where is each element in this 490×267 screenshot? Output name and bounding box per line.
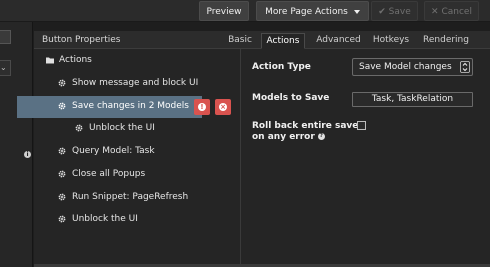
info-icon: i: [24, 151, 31, 158]
remove-button[interactable]: ×: [215, 99, 231, 115]
more-page-actions-label: More Page Actions: [265, 7, 348, 17]
help-icon[interactable]: ?: [317, 133, 325, 140]
cancel-button[interactable]: ✕ Cancel: [424, 1, 479, 21]
gear-icon: [58, 79, 66, 87]
gear-icon: [58, 193, 66, 201]
gear-icon: [58, 147, 66, 155]
models-to-save-field[interactable]: Task, TaskRelation: [352, 92, 473, 107]
panel-title: Button Properties: [42, 35, 121, 45]
models-to-save-label: Models to Save: [252, 93, 330, 103]
action-type-value: Save Model changes: [359, 62, 452, 72]
chevron-down-icon: ⌄: [0, 63, 7, 72]
top-toolbar: Preview More Page Actions ✔ Save ✕ Cance…: [0, 0, 490, 22]
caret-down-icon: [353, 9, 360, 14]
action-type-label: Action Type: [252, 62, 311, 72]
folder-icon: [46, 57, 54, 64]
tab-hotkeys[interactable]: Hotkeys: [370, 33, 412, 49]
remove-icon: ×: [219, 103, 227, 111]
tree-item-label: Run Snippet: PageRefresh: [72, 192, 189, 202]
tab-actions[interactable]: Actions: [261, 33, 305, 49]
tree-item-label: Unblock the UI: [89, 123, 155, 133]
gear-icon: [75, 124, 83, 132]
left-panel-input[interactable]: [0, 30, 11, 44]
rollback-label-line1: Roll back entire save: [252, 121, 359, 131]
rollback-label-line2: on any error: [252, 132, 315, 142]
tab-advanced[interactable]: Advanced: [313, 33, 364, 49]
tab-basic[interactable]: Basic: [225, 33, 255, 49]
panel-header: Button Properties Basic Actions Advanced…: [34, 31, 490, 49]
gear-icon: [58, 170, 66, 178]
tree-item-label: Save changes in 2 Models: [72, 101, 189, 111]
error-icon: !: [198, 103, 206, 111]
gear-icon: [58, 215, 66, 223]
error-button[interactable]: !: [194, 99, 210, 115]
cancel-label: Cancel: [441, 7, 472, 17]
left-panel-edge: ⌄ i: [0, 22, 33, 267]
tree-item-label: Query Model: Task: [72, 146, 155, 156]
close-icon: ✕: [431, 7, 439, 17]
check-icon: ✔: [378, 7, 386, 17]
save-button[interactable]: ✔ Save: [371, 1, 418, 21]
tree-item-label: Close all Popups: [72, 169, 146, 179]
rollback-label-second-line: on any error?: [252, 132, 325, 142]
tree-root-label: Actions: [59, 55, 92, 65]
action-type-select[interactable]: Save Model changes: [352, 58, 473, 76]
rollback-label: Roll back entire save: [252, 121, 358, 131]
tree-item-label: Unblock the UI: [72, 214, 138, 224]
more-page-actions-button[interactable]: More Page Actions: [256, 1, 369, 21]
panel-divider: [240, 49, 241, 267]
tree-item-label: Show message and block UI: [72, 78, 199, 88]
rollback-checkbox[interactable]: [357, 121, 366, 130]
select-arrows-icon: [460, 61, 470, 73]
preview-button[interactable]: Preview: [199, 1, 249, 21]
gear-icon: [58, 102, 66, 110]
save-label: Save: [388, 7, 411, 17]
tab-rendering[interactable]: Rendering: [420, 33, 472, 49]
